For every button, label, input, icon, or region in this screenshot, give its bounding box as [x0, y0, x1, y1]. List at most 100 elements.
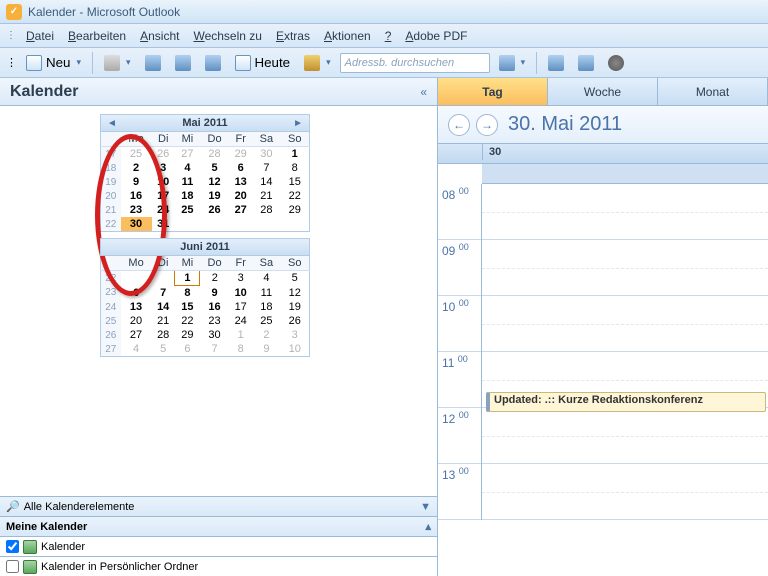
day-cell[interactable]: 7 [200, 342, 229, 357]
day-cell[interactable]: 9 [252, 342, 280, 357]
day-cell[interactable]: 28 [200, 147, 229, 162]
menu-item-7[interactable]: Adobe PDF [399, 27, 473, 45]
day-cell[interactable] [280, 217, 309, 232]
day-cell[interactable]: 9 [200, 286, 229, 301]
week-number[interactable]: 26 [101, 328, 121, 342]
next-day-button[interactable]: → [476, 114, 498, 136]
day-cell[interactable]: 29 [280, 203, 309, 217]
day-cell[interactable]: 1 [280, 147, 309, 162]
day-cell[interactable]: 3 [280, 328, 309, 342]
day-cell[interactable] [252, 217, 280, 232]
day-cell[interactable]: 12 [200, 175, 229, 189]
menu-item-3[interactable]: Wechseln zu [187, 27, 267, 45]
day-cell[interactable]: 8 [175, 286, 200, 301]
new-button[interactable]: Neu [21, 52, 86, 74]
menu-item-1[interactable]: Bearbeiten [62, 27, 132, 45]
addon-btn-2[interactable] [573, 52, 599, 74]
day-cell[interactable]: 6 [175, 342, 200, 357]
allday-row[interactable] [482, 164, 768, 184]
day-cell[interactable]: 28 [252, 203, 280, 217]
day-cell[interactable]: 29 [229, 147, 252, 162]
week-number[interactable]: 24 [101, 300, 121, 314]
day-cell[interactable]: 10 [280, 342, 309, 357]
day-cell[interactable]: 23 [200, 314, 229, 328]
calendar-checkbox-1[interactable] [6, 540, 19, 553]
day-cell[interactable]: 14 [252, 175, 280, 189]
dropdown-icon[interactable]: ▼ [420, 501, 431, 513]
toolbar-btn-3[interactable] [200, 52, 226, 74]
day-cell[interactable]: 14 [152, 300, 175, 314]
menu-item-2[interactable]: Ansicht [134, 27, 185, 45]
day-cell[interactable]: 15 [175, 300, 200, 314]
hour-row-09[interactable]: 09 00 [438, 240, 768, 296]
tab-month[interactable]: Monat [658, 78, 768, 105]
appointment[interactable]: Updated: .:: Kurze Redaktionskonferenz [486, 392, 766, 412]
addressbook-button[interactable] [299, 52, 336, 74]
day-cell[interactable]: 26 [280, 314, 309, 328]
day-cell[interactable]: 15 [280, 175, 309, 189]
day-cell[interactable]: 22 [175, 314, 200, 328]
day-cell[interactable]: 17 [229, 300, 252, 314]
toolbar-btn-2[interactable] [170, 52, 196, 74]
day-cell[interactable]: 2 [200, 271, 229, 286]
week-number[interactable]: 25 [101, 314, 121, 328]
addon-btn-3[interactable] [603, 52, 629, 74]
day-cell[interactable]: 1 [175, 271, 200, 286]
day-cell[interactable]: 8 [229, 342, 252, 357]
day-cell[interactable]: 18 [252, 300, 280, 314]
hour-row-10[interactable]: 10 00 [438, 296, 768, 352]
day-cell[interactable] [175, 217, 200, 232]
tab-week[interactable]: Woche [548, 78, 658, 105]
day-cell[interactable]: 16 [200, 300, 229, 314]
day-cell[interactable]: 21 [252, 189, 280, 203]
day-cell[interactable]: 5 [280, 271, 309, 286]
calendar-checkbox-2[interactable] [6, 560, 19, 573]
expand-icon[interactable]: ▴ [425, 520, 431, 533]
day-cell[interactable]: 12 [280, 286, 309, 301]
hour-row-08[interactable]: 08 00 [438, 184, 768, 240]
day-cell[interactable]: 21 [152, 314, 175, 328]
day-cell[interactable]: 7 [152, 286, 175, 301]
menu-item-0[interactable]: Datei [20, 27, 60, 45]
hour-row-12[interactable]: 12 00 [438, 408, 768, 464]
day-cell[interactable]: 20 [229, 189, 252, 203]
time-grid[interactable]: 08 0009 0010 0011 0012 0013 00Updated: .… [438, 184, 768, 576]
day-cell[interactable]: 7 [252, 161, 280, 175]
day-cell[interactable]: 10 [229, 286, 252, 301]
day-cell[interactable]: 27 [121, 328, 152, 342]
toolbar-btn-1[interactable] [140, 52, 166, 74]
day-cell[interactable]: 1 [229, 328, 252, 342]
day-cell[interactable]: 25 [175, 203, 200, 217]
day-cell[interactable]: 30 [200, 328, 229, 342]
help-button[interactable] [494, 52, 531, 74]
menu-item-4[interactable]: Extras [270, 27, 316, 45]
today-button[interactable]: Heute [230, 52, 296, 74]
day-cell[interactable]: 3 [229, 271, 252, 286]
day-cell[interactable]: 11 [252, 286, 280, 301]
day-cell[interactable]: 25 [252, 314, 280, 328]
day-cell[interactable]: 6 [229, 161, 252, 175]
day-cell[interactable]: 5 [200, 161, 229, 175]
day-cell[interactable]: 24 [229, 314, 252, 328]
collapse-button[interactable]: « [420, 85, 427, 99]
menu-item-6[interactable]: ? [379, 27, 398, 45]
day-cell[interactable]: 28 [152, 328, 175, 342]
all-calendar-items[interactable]: 🔎 Alle Kalenderelemente ▼ [0, 496, 437, 516]
day-cell[interactable]: 19 [200, 189, 229, 203]
day-cell[interactable]: 27 [175, 147, 200, 162]
day-cell[interactable]: 20 [121, 314, 152, 328]
week-number[interactable]: 27 [101, 342, 121, 357]
day-cell[interactable]: 8 [280, 161, 309, 175]
calendar-item-1[interactable]: Kalender [0, 536, 437, 556]
day-cell[interactable]: 30 [252, 147, 280, 162]
next-month-button[interactable]: ► [293, 118, 303, 129]
prev-day-button[interactable]: ← [448, 114, 470, 136]
day-cell[interactable]: 2 [252, 328, 280, 342]
day-cell[interactable]: 4 [121, 342, 152, 357]
day-cell[interactable] [200, 217, 229, 232]
menubar-handle[interactable]: ⋮ [6, 30, 16, 41]
print-button[interactable] [99, 52, 136, 74]
day-cell[interactable]: 22 [280, 189, 309, 203]
tab-day[interactable]: Tag [438, 78, 548, 105]
day-cell[interactable]: 27 [229, 203, 252, 217]
